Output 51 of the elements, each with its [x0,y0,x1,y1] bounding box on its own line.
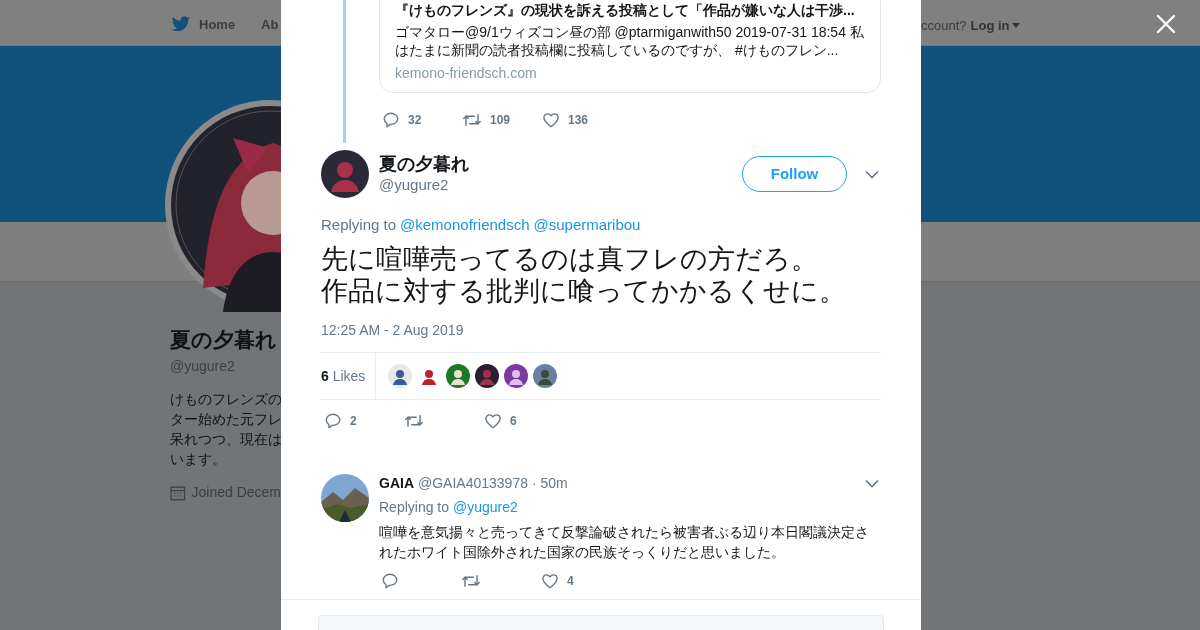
card-title: 『けものフレンズ』の現状を訴える投稿として「作品が嫌いな人は干渉... [395,1,856,19]
tweet-text: 先に喧嘩売ってるのは真フレの方だろ。 作品に対する批判に喰ってかかるくせに。 [321,243,847,307]
tweet-time[interactable]: · 50m [531,474,568,492]
like-count: 6 [510,413,517,430]
link-card[interactable]: 『けものフレンズ』の現状を訴える投稿として「作品が嫌いな人は干渉... ゴマタロー@9/1ウィズコン昼の部 @ptarmiganwith50 2019-07-31 18:54 私 はたまに新聞の読者投稿欄に投稿しているのですが、 #けものフレン... kemono-friendsch.com [379,0,881,93]
heart-icon[interactable] [484,412,502,430]
reply-icon[interactable] [381,572,399,590]
user-handle[interactable]: @GAIA40133978 [418,474,528,492]
avatar[interactable] [321,150,369,198]
bird-icon [171,16,191,34]
profile-bio: けものフレンズの ター始めた元フレ 呆れつつ、現在は います。 [170,390,281,469]
caret-icon [1011,23,1020,29]
reply-count: 32 [408,112,422,129]
retweet-icon[interactable] [462,111,482,129]
avatar[interactable] [321,474,369,522]
avatar[interactable] [533,364,558,388]
reply-count: 2 [350,413,357,430]
user-name[interactable]: 夏の夕暮れ [379,153,742,175]
retweet-icon[interactable] [461,572,481,590]
retweet-count: 109 [490,112,511,129]
nav-link[interactable]: Home [199,15,236,35]
mention-link[interactable]: @yugure2 [453,498,518,516]
like-count: 136 [568,112,589,129]
user-name[interactable]: GAIA [379,474,414,492]
user-handle[interactable]: @yugure2 [379,175,742,195]
profile-name: 夏の夕暮れ [170,327,278,353]
reply-icon[interactable] [324,412,342,430]
reply-icon[interactable] [382,111,400,129]
heart-icon[interactable] [541,572,559,590]
retweet-icon[interactable] [404,412,424,430]
chevron-icon[interactable] [865,478,879,488]
tweet-timestamp: 12:25 AM - 2 Aug 2019 [321,321,465,339]
mention-link[interactable]: @supermaribou [533,215,641,235]
likes-count[interactable]: 6 Likes [321,365,366,387]
avatar[interactable] [388,364,413,388]
calendar-icon [170,484,186,501]
avatar[interactable] [504,364,529,388]
avatar[interactable] [475,364,500,388]
replying-label: Replying to [379,498,450,516]
replying-label: Replying to [321,215,397,235]
chevron-icon[interactable] [865,169,879,179]
heart-icon[interactable] [542,111,560,129]
nav-link[interactable]: Ab [261,15,279,35]
card-domain: kemono-friendsch.com [395,64,538,82]
reply-text: 喧嘩を意気揚々と売ってきて反撃論破されたら被害者ぶる辺り本日閣議決定されたホワイト国除外された国家の民族そっくりだと思いました。 [379,523,870,562]
login-prompt: ccount? [921,17,967,35]
card-description: ゴマタロー@9/1ウィズコン昼の部 @ptarmiganwith50 2019-07-31 18:54 私 はたまに新聞の読者投稿欄に投稿しているのですが、 #けものフレン... [395,23,865,59]
like-count: 4 [567,573,574,590]
login-link[interactable]: Log in [970,16,1020,36]
close-button[interactable] [1154,12,1178,36]
mention-link[interactable]: @kemonofriendsch [400,215,530,235]
